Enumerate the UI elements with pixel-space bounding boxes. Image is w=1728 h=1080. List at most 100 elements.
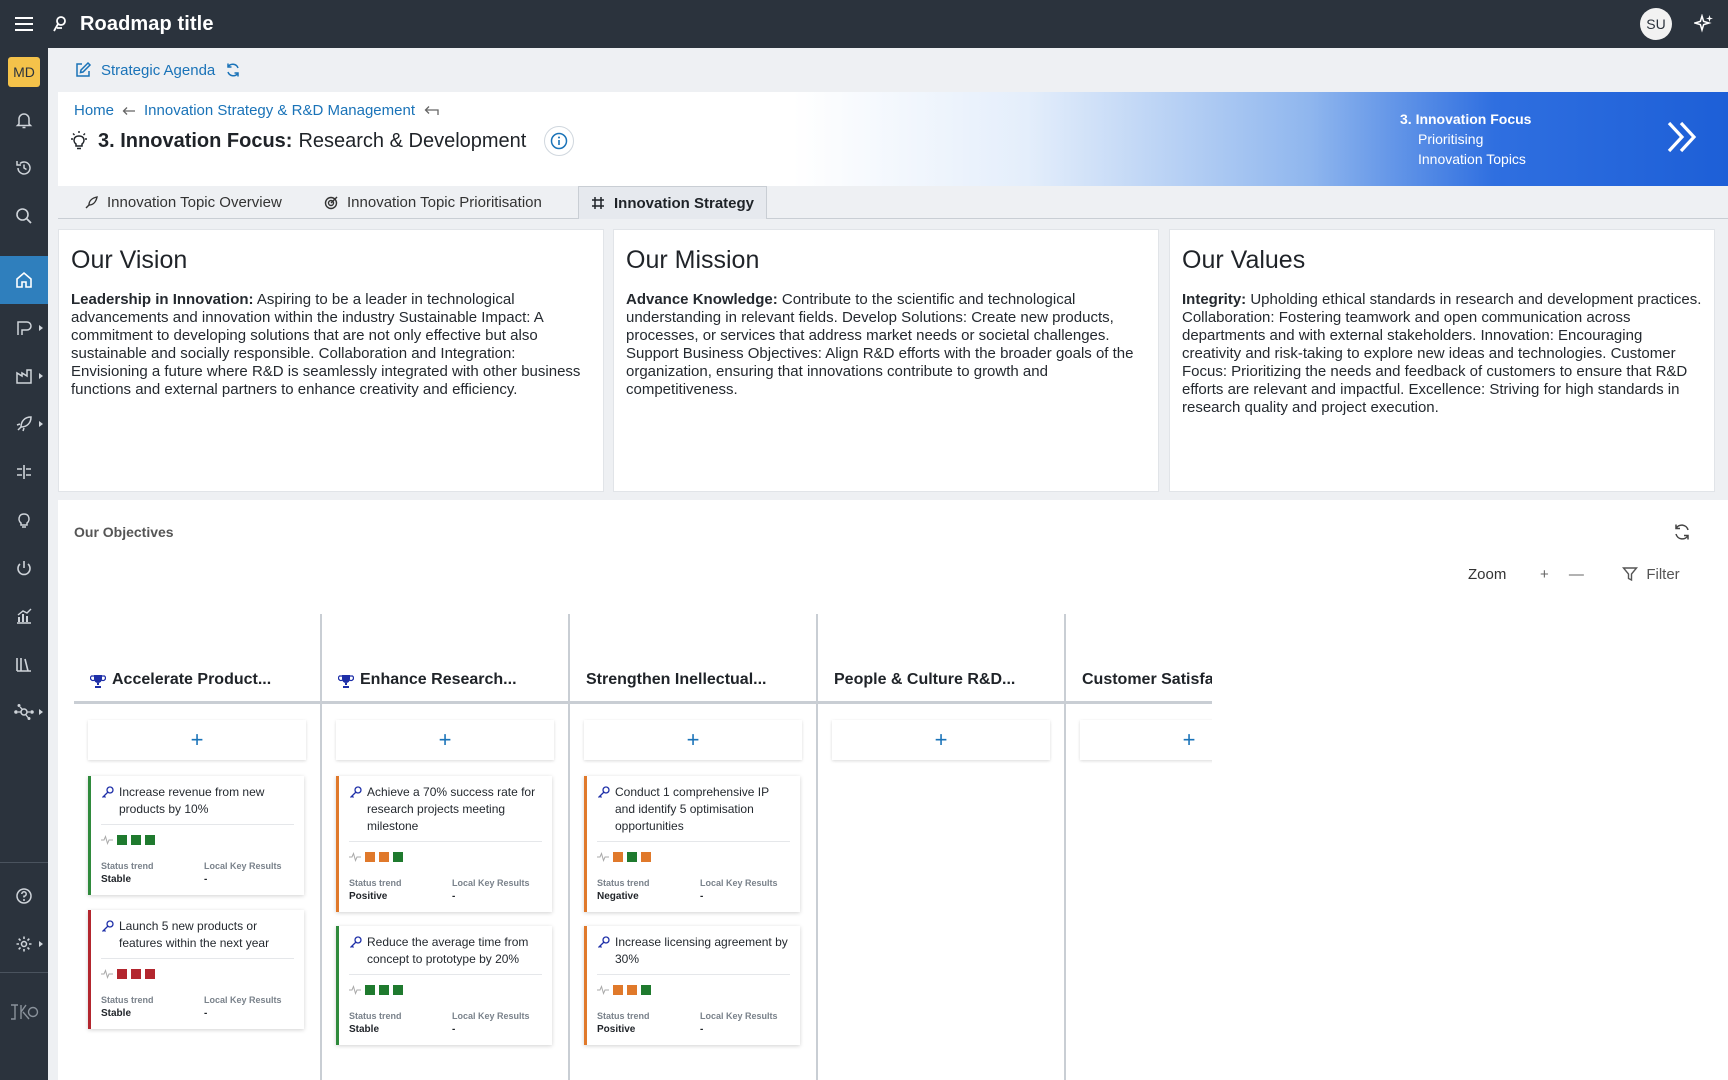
- key-result-title: Conduct 1 comprehensive IP and identify …: [615, 785, 769, 833]
- roadmap-nav-icon[interactable]: [0, 308, 48, 348]
- edit-icon[interactable]: [74, 61, 92, 79]
- user-avatar[interactable]: SU: [1640, 8, 1672, 40]
- roadmap-logo-icon: [48, 15, 72, 33]
- strategy-nav-icon[interactable]: [0, 452, 48, 492]
- key-icon: [349, 786, 362, 799]
- local-kr-value: -: [700, 891, 704, 902]
- key-result-card[interactable]: Increase revenue from new products by 10…: [88, 776, 304, 895]
- key-result-title: Reduce the average time from concept to …: [367, 935, 529, 966]
- pulse-icon: [101, 835, 113, 845]
- search-icon[interactable]: [0, 196, 48, 236]
- lightbulb-nav-icon[interactable]: [0, 500, 48, 540]
- status-square: [379, 985, 389, 995]
- add-objective-button[interactable]: +: [584, 720, 802, 760]
- status-square: [613, 852, 623, 862]
- return-arrow-icon[interactable]: [423, 105, 439, 117]
- zoom-in-button[interactable]: +: [1534, 564, 1554, 584]
- objective-column-title: Strengthen Inellectual...: [586, 671, 767, 688]
- vision-title: Our Vision: [71, 246, 188, 274]
- status-history: [597, 983, 790, 997]
- add-objective-button[interactable]: +: [336, 720, 554, 760]
- sparkle-icon[interactable]: [1692, 12, 1716, 36]
- pulse-icon: [597, 852, 609, 862]
- add-objective-button[interactable]: +: [88, 720, 306, 760]
- zoom-label: Zoom: [1468, 565, 1507, 583]
- local-kr-label: Local Key Results: [700, 1011, 778, 1021]
- help-icon[interactable]: [0, 876, 48, 916]
- status-history: [597, 850, 790, 864]
- objective-column-header[interactable]: People & Culture R&D...: [818, 614, 1066, 704]
- rocket-icon: [84, 195, 98, 210]
- rocket-nav-icon[interactable]: [0, 404, 48, 444]
- breadcrumb-parent[interactable]: Innovation Strategy & R&D Management: [144, 102, 415, 119]
- status-history: [101, 967, 294, 981]
- objective-column-header[interactable]: Accelerate Product...: [74, 614, 322, 704]
- tab-innovation-strategy[interactable]: Innovation Strategy: [578, 186, 768, 219]
- power-icon[interactable]: [0, 548, 48, 588]
- local-kr-label: Local Key Results: [700, 878, 778, 888]
- tab-innovation-topic-overview[interactable]: Innovation Topic Overview: [72, 186, 294, 219]
- tab-label: Innovation Topic Prioritisation: [347, 194, 542, 211]
- status-square: [117, 969, 127, 979]
- mission-card: Our Mission Advance Knowledge: Contribut…: [613, 229, 1159, 492]
- pulse-icon: [349, 852, 361, 862]
- status-square: [641, 852, 651, 862]
- filter-button[interactable]: Filter: [1622, 565, 1680, 583]
- bell-icon[interactable]: [0, 100, 48, 140]
- step-line-1: Prioritising: [1418, 131, 1484, 147]
- page-title-rest: Research & Development: [298, 129, 527, 152]
- home-icon[interactable]: [0, 256, 48, 304]
- key-result-card[interactable]: Achieve a 70% success rate for research …: [336, 776, 552, 912]
- double-chevron-right-icon[interactable]: [1666, 120, 1698, 154]
- add-objective-button[interactable]: +: [832, 720, 1050, 760]
- top-bar: Roadmap title SU: [0, 0, 1728, 48]
- info-icon[interactable]: [544, 126, 575, 156]
- factory-icon[interactable]: [0, 356, 48, 396]
- pulse-icon: [349, 985, 361, 995]
- menu-icon[interactable]: [0, 0, 48, 48]
- key-result-card[interactable]: Conduct 1 comprehensive IP and identify …: [584, 776, 800, 912]
- status-trend-value: Stable: [101, 874, 132, 885]
- vision-text: Leadership in Innovation: Aspiring to be…: [71, 291, 591, 399]
- key-result-text: Launch 5 new products or features within…: [101, 918, 294, 952]
- library-icon[interactable]: [0, 644, 48, 684]
- key-result-card[interactable]: Reduce the average time from concept to …: [336, 926, 552, 1045]
- status-trend-value: Stable: [101, 1008, 132, 1019]
- status-trend-label: Status trend: [597, 1011, 650, 1021]
- strategic-agenda-link[interactable]: Strategic Agenda: [101, 62, 215, 79]
- objective-column-header[interactable]: Enhance Research...: [322, 614, 570, 704]
- local-kr-value: -: [452, 891, 456, 902]
- tab-innovation-topic-prioritisation[interactable]: Innovation Topic Prioritisation: [312, 186, 554, 219]
- objective-column-header[interactable]: Strengthen Inellectual...: [570, 614, 818, 704]
- status-history: [349, 850, 542, 864]
- local-kr-value: -: [700, 1024, 704, 1035]
- refresh-icon[interactable]: [1672, 522, 1692, 542]
- analytics-icon[interactable]: [0, 596, 48, 636]
- target-icon: [324, 196, 338, 210]
- key-result-title: Achieve a 70% success rate for research …: [367, 785, 536, 833]
- status-trend-label: Status trend: [349, 878, 402, 888]
- filter-label: Filter: [1646, 565, 1680, 583]
- key-result-card[interactable]: Launch 5 new products or features within…: [88, 910, 304, 1029]
- add-objective-button[interactable]: +: [1080, 720, 1212, 760]
- values-lead: Integrity:: [1182, 291, 1247, 308]
- workspace-avatar[interactable]: MD: [8, 57, 40, 87]
- settings-gear-icon[interactable]: [0, 924, 48, 964]
- mission-title: Our Mission: [626, 246, 760, 274]
- local-kr-value: -: [452, 1024, 456, 1035]
- key-result-card[interactable]: Increase licensing agreement by 30% Statu…: [584, 926, 800, 1045]
- key-result-text: Conduct 1 comprehensive IP and identify …: [597, 784, 790, 835]
- sync-icon[interactable]: [225, 62, 241, 78]
- local-kr-label: Local Key Results: [204, 995, 282, 1005]
- network-icon[interactable]: [0, 692, 48, 732]
- strategic-agenda-bar: Strategic Agenda: [48, 48, 1728, 92]
- key-result-title: Launch 5 new products or features within…: [119, 919, 270, 950]
- breadcrumb-home[interactable]: Home: [74, 102, 114, 119]
- status-square: [393, 852, 403, 862]
- objective-column: Customer Satisfa +: [1066, 614, 1212, 1080]
- zoom-out-button[interactable]: —: [1566, 564, 1586, 584]
- history-icon[interactable]: [0, 148, 48, 188]
- objective-column-header[interactable]: Customer Satisfa: [1066, 614, 1212, 704]
- status-square: [131, 969, 141, 979]
- tab-label: Innovation Topic Overview: [107, 194, 282, 211]
